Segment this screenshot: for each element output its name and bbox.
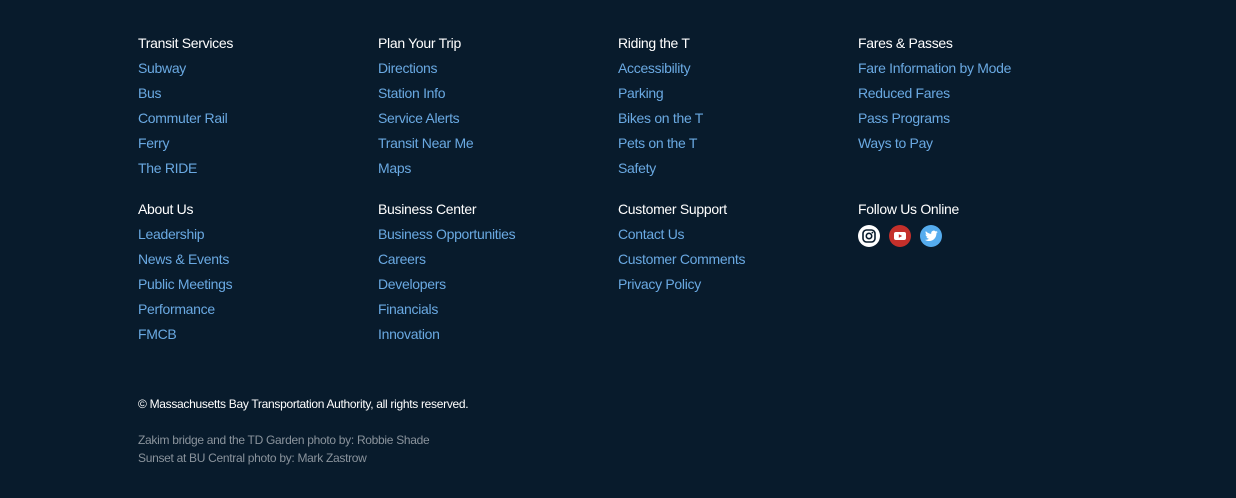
photo-credit-line: Zakim bridge and the TD Garden photo by:…: [138, 433, 430, 447]
link-parking[interactable]: Parking: [618, 85, 664, 101]
section-heading: Follow Us Online: [858, 201, 960, 217]
section-heading: About Us: [138, 201, 194, 217]
link-developers[interactable]: Developers: [378, 276, 446, 292]
footer-section-business-center: Business Center Business Opportunities C…: [378, 200, 618, 350]
youtube-icon[interactable]: [889, 225, 911, 247]
link-subway[interactable]: Subway: [138, 60, 186, 76]
link-accessibility[interactable]: Accessibility: [618, 60, 691, 76]
social-links: [858, 225, 1098, 247]
link-contact-us[interactable]: Contact Us: [618, 226, 685, 242]
link-innovation[interactable]: Innovation: [378, 326, 440, 342]
link-safety[interactable]: Safety: [618, 160, 656, 176]
link-list: Fare Information by Mode Reduced Fares P…: [858, 59, 1098, 159]
photo-credits: Zakim bridge and the TD Garden photo by:…: [138, 431, 430, 467]
link-careers[interactable]: Careers: [378, 251, 426, 267]
section-heading: Business Center: [378, 201, 477, 217]
footer-section-riding-the-t: Riding the T Accessibility Parking Bikes…: [618, 34, 858, 184]
section-heading: Riding the T: [618, 35, 690, 51]
link-leadership[interactable]: Leadership: [138, 226, 205, 242]
link-list: Directions Station Info Service Alerts T…: [378, 59, 618, 184]
link-pass-programs[interactable]: Pass Programs: [858, 110, 950, 126]
link-list: Contact Us Customer Comments Privacy Pol…: [618, 225, 858, 300]
footer-section-about-us: About Us Leadership News & Events Public…: [138, 200, 378, 350]
link-commuter-rail[interactable]: Commuter Rail: [138, 110, 228, 126]
link-list: Business Opportunities Careers Developer…: [378, 225, 618, 350]
link-news-events[interactable]: News & Events: [138, 251, 229, 267]
instagram-icon[interactable]: [858, 225, 880, 247]
footer-section-follow-us: Follow Us Online: [858, 200, 1098, 350]
footer-section-plan-your-trip: Plan Your Trip Directions Station Info S…: [378, 34, 618, 184]
link-ferry[interactable]: Ferry: [138, 135, 169, 151]
footer-row-bottom: About Us Leadership News & Events Public…: [138, 200, 1098, 350]
link-bus[interactable]: Bus: [138, 85, 162, 101]
footer-row-top: Transit Services Subway Bus Commuter Rai…: [138, 34, 1098, 184]
link-list: Accessibility Parking Bikes on the T Pet…: [618, 59, 858, 184]
link-privacy-policy[interactable]: Privacy Policy: [618, 276, 701, 292]
section-heading: Customer Support: [618, 201, 727, 217]
link-list: Subway Bus Commuter Rail Ferry The RIDE: [138, 59, 378, 184]
link-directions[interactable]: Directions: [378, 60, 438, 76]
section-heading: Transit Services: [138, 35, 234, 51]
link-fmcb[interactable]: FMCB: [138, 326, 177, 342]
photo-credit-line: Sunset at BU Central photo by: Mark Zast…: [138, 451, 367, 465]
link-pets-on-the-t[interactable]: Pets on the T: [618, 135, 697, 151]
link-service-alerts[interactable]: Service Alerts: [378, 110, 460, 126]
link-business-opportunities[interactable]: Business Opportunities: [378, 226, 516, 242]
twitter-icon[interactable]: [920, 225, 942, 247]
link-transit-near-me[interactable]: Transit Near Me: [378, 135, 474, 151]
link-reduced-fares[interactable]: Reduced Fares: [858, 85, 950, 101]
link-ways-to-pay[interactable]: Ways to Pay: [858, 135, 933, 151]
link-fare-information-by-mode[interactable]: Fare Information by Mode: [858, 60, 1011, 76]
link-station-info[interactable]: Station Info: [378, 85, 446, 101]
copyright-notice: © Massachusetts Bay Transportation Autho…: [138, 397, 469, 411]
section-heading: Plan Your Trip: [378, 35, 461, 51]
link-customer-comments[interactable]: Customer Comments: [618, 251, 745, 267]
footer-section-transit-services: Transit Services Subway Bus Commuter Rai…: [138, 34, 378, 184]
link-the-ride[interactable]: The RIDE: [138, 160, 197, 176]
section-heading: Fares & Passes: [858, 35, 953, 51]
link-financials[interactable]: Financials: [378, 301, 438, 317]
footer-section-fares-passes: Fares & Passes Fare Information by Mode …: [858, 34, 1098, 184]
footer-section-customer-support: Customer Support Contact Us Customer Com…: [618, 200, 858, 350]
link-bikes-on-the-t[interactable]: Bikes on the T: [618, 110, 703, 126]
link-maps[interactable]: Maps: [378, 160, 411, 176]
link-list: Leadership News & Events Public Meetings…: [138, 225, 378, 350]
site-footer: Transit Services Subway Bus Commuter Rai…: [138, 34, 1098, 350]
link-public-meetings[interactable]: Public Meetings: [138, 276, 233, 292]
link-performance[interactable]: Performance: [138, 301, 215, 317]
